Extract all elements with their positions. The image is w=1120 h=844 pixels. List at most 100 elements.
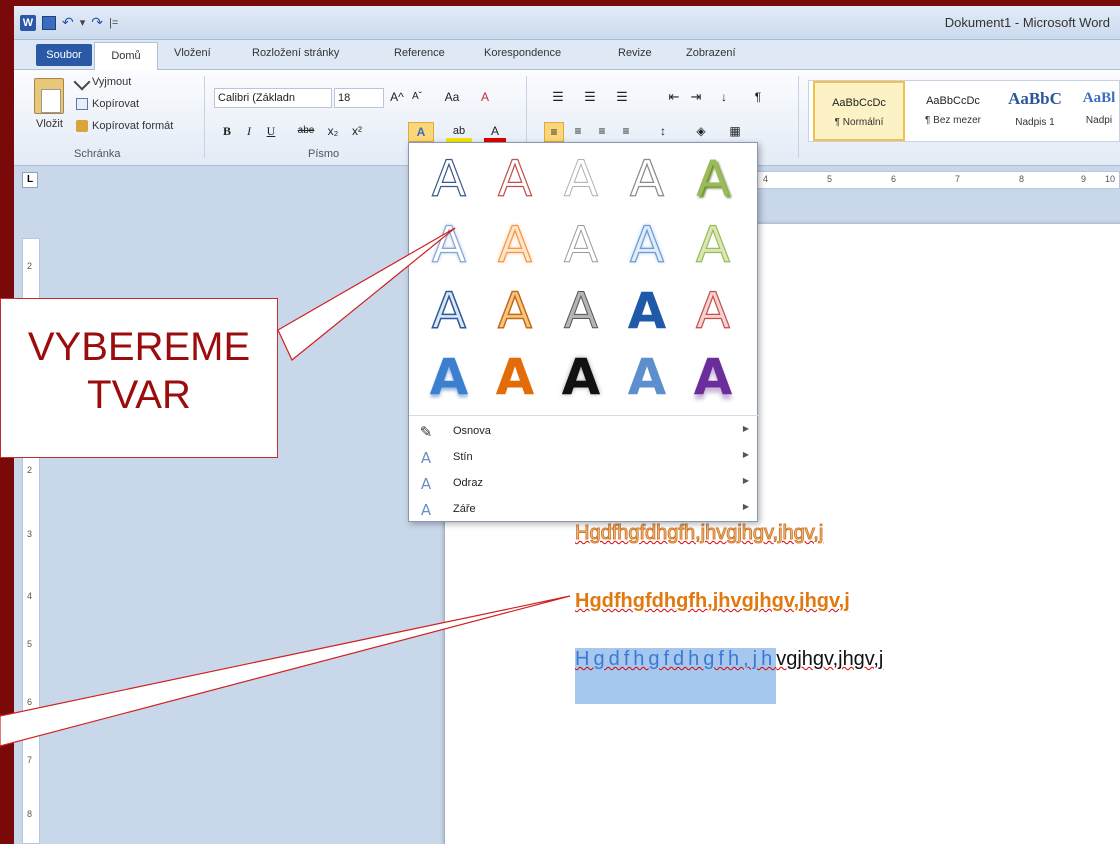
tab-file[interactable]: Soubor bbox=[36, 44, 92, 66]
clipboard-group-label: Schránka bbox=[74, 148, 121, 160]
style-heading-1[interactable]: AaBbC Nadpis 1 bbox=[995, 81, 1075, 141]
bold-button[interactable]: B bbox=[218, 122, 236, 142]
text-effect-option[interactable]: A bbox=[683, 149, 743, 209]
tab-insert[interactable]: Vložení bbox=[174, 47, 211, 59]
text-effect-option[interactable]: A bbox=[551, 347, 611, 407]
selected-text[interactable]: Hgdfhgfdhgfh,jh bbox=[575, 648, 777, 704]
borders-button[interactable]: ▦ bbox=[722, 122, 748, 142]
text-effect-option[interactable]: A bbox=[551, 281, 611, 341]
text-effect-option[interactable]: A bbox=[419, 149, 479, 209]
ruler-mark: 6 bbox=[27, 697, 33, 707]
style-normal[interactable]: AaBbCcDc ¶ Normální bbox=[813, 81, 905, 141]
paste-icon[interactable] bbox=[34, 78, 64, 114]
ruler-mark: 10 bbox=[1105, 174, 1116, 184]
style-no-spacing[interactable]: AaBbCcDc ¶ Bez mezer bbox=[907, 81, 999, 141]
ruler-mark: 2 bbox=[27, 465, 33, 475]
menu-item-glow[interactable]: A Záře ▶ bbox=[409, 497, 759, 523]
tab-home[interactable]: Domů bbox=[94, 42, 158, 71]
submenu-arrow-icon: ▶ bbox=[742, 450, 749, 459]
text-effect-option[interactable]: A bbox=[617, 281, 677, 341]
text-effect-option[interactable]: A bbox=[551, 215, 611, 275]
increase-indent-button[interactable]: ⇥ bbox=[686, 88, 706, 108]
underline-button[interactable]: U bbox=[262, 122, 280, 142]
text-effect-option[interactable]: A bbox=[683, 347, 743, 407]
line-spacing-button[interactable]: ↕ bbox=[650, 122, 676, 142]
highlight-color-button[interactable]: ab bbox=[446, 122, 472, 142]
shadow-icon: A bbox=[420, 449, 432, 467]
style-heading-2[interactable]: AaBl Nadpi bbox=[1079, 81, 1119, 141]
text-effect-option[interactable]: A bbox=[485, 347, 545, 407]
decrease-indent-button[interactable]: ⇤ bbox=[664, 88, 684, 108]
text-effect-option[interactable]: A bbox=[485, 281, 545, 341]
align-right-button[interactable]: ≡ bbox=[592, 122, 612, 142]
shading-button[interactable]: ◈ bbox=[688, 122, 714, 142]
redo-icon[interactable]: ↷ bbox=[91, 14, 103, 31]
text-effect-option[interactable]: A bbox=[419, 215, 479, 275]
callout-box: VYBEREME TVAR bbox=[0, 298, 278, 458]
ruler-mark: 5 bbox=[27, 639, 33, 649]
font-size-combo[interactable]: 18 bbox=[334, 88, 384, 108]
format-painter-button[interactable]: Kopírovat formát bbox=[76, 120, 173, 132]
text-effect-option[interactable]: A bbox=[617, 215, 677, 275]
align-center-button[interactable]: ≡ bbox=[568, 122, 588, 142]
cut-button[interactable]: Vyjmout bbox=[73, 73, 131, 91]
change-case-button[interactable]: Aa bbox=[438, 88, 466, 108]
text-effect-option[interactable]: A bbox=[485, 149, 545, 209]
menu-item-label: Odraz bbox=[453, 477, 483, 489]
text-effect-option[interactable]: A bbox=[551, 149, 611, 209]
font-color-button[interactable]: A bbox=[484, 122, 506, 142]
save-icon[interactable] bbox=[42, 15, 56, 30]
tab-selector[interactable]: L bbox=[22, 172, 38, 188]
text-effect-option[interactable]: A bbox=[683, 281, 743, 341]
grow-font-button[interactable]: A^ bbox=[388, 88, 406, 108]
text-line-orange[interactable]: Hgdfhgfdhgfh,jhvgjhgv,jhgv,j bbox=[575, 590, 850, 613]
text-effect-option[interactable]: A bbox=[617, 149, 677, 209]
strikethrough-button[interactable]: abe bbox=[292, 122, 320, 142]
clear-formatting-button[interactable]: A bbox=[476, 88, 494, 108]
undo-dropdown-icon[interactable]: ▾ bbox=[80, 16, 86, 29]
menu-item-outline[interactable]: ✎ Osnova ▶ bbox=[409, 419, 759, 445]
font-name-combo[interactable]: Calibri (Základn bbox=[214, 88, 332, 108]
tab-references[interactable]: Reference bbox=[394, 47, 445, 59]
superscript-button[interactable]: x² bbox=[346, 122, 368, 142]
submenu-arrow-icon: ▶ bbox=[742, 424, 749, 433]
ruler-mark: 8 bbox=[1019, 174, 1025, 184]
tab-view[interactable]: Zobrazení bbox=[686, 47, 736, 59]
subscript-button[interactable]: x₂ bbox=[322, 122, 344, 142]
menu-item-reflection[interactable]: A Odraz ▶ bbox=[409, 471, 759, 497]
text-effect-option[interactable]: A bbox=[419, 281, 479, 341]
pen-icon: ✎ bbox=[419, 423, 433, 441]
text-line-selected[interactable]: Hgdfhgfdhgfh,jhvgjhgv,jhgv,j bbox=[575, 648, 883, 704]
quick-access-toolbar: W ↶ ▾ ↷ |= bbox=[20, 14, 118, 31]
text-effect-option[interactable]: A bbox=[617, 347, 677, 407]
paste-button-label[interactable]: Vložit bbox=[36, 118, 63, 130]
show-formatting-button[interactable]: ¶ bbox=[748, 88, 768, 108]
ruler-mark: 7 bbox=[27, 755, 33, 765]
undo-icon[interactable]: ↶ bbox=[62, 14, 74, 31]
numbering-button[interactable]: ☰ bbox=[576, 88, 604, 108]
ruler-mark: 4 bbox=[763, 174, 769, 184]
sort-button[interactable]: ↓ bbox=[714, 88, 734, 108]
text-line-outline[interactable]: Hgdfhgfdhgfh,jhvgjhgv,jhgv,j bbox=[574, 522, 823, 545]
title-bar: W ↶ ▾ ↷ |= Dokument1 - Microsoft Word bbox=[14, 6, 1120, 40]
multilevel-list-button[interactable]: ☰ bbox=[608, 88, 636, 108]
text-effect-option[interactable]: A bbox=[485, 215, 545, 275]
tab-mailings[interactable]: Korespondence bbox=[484, 47, 561, 59]
menu-item-shadow[interactable]: A Stín ▶ bbox=[409, 445, 759, 471]
align-left-button[interactable]: ≡ bbox=[544, 122, 564, 142]
customize-qat-icon[interactable]: |= bbox=[109, 17, 118, 29]
copy-button[interactable]: Kopírovat bbox=[76, 98, 139, 110]
styles-gallery: AaBbCcDc ¶ Normální AaBbCcDc ¶ Bez mezer… bbox=[808, 80, 1120, 142]
justify-button[interactable]: ≡ bbox=[616, 122, 636, 142]
italic-button[interactable]: I bbox=[240, 122, 258, 142]
unselected-text[interactable]: vgjhgv,jhgv,j bbox=[776, 648, 883, 670]
tab-review[interactable]: Revize bbox=[618, 47, 652, 59]
bullets-button[interactable]: ☰ bbox=[544, 88, 572, 108]
style-sample: AaBl bbox=[1082, 90, 1116, 106]
shrink-font-button[interactable]: Aˇ bbox=[408, 88, 426, 108]
text-effects-button[interactable]: A bbox=[408, 122, 434, 142]
text-effect-option[interactable]: A bbox=[419, 347, 479, 407]
text-effect-option[interactable]: A bbox=[683, 215, 743, 275]
style-name: ¶ Normální bbox=[834, 117, 884, 128]
tab-page-layout[interactable]: Rozložení stránky bbox=[252, 47, 339, 59]
